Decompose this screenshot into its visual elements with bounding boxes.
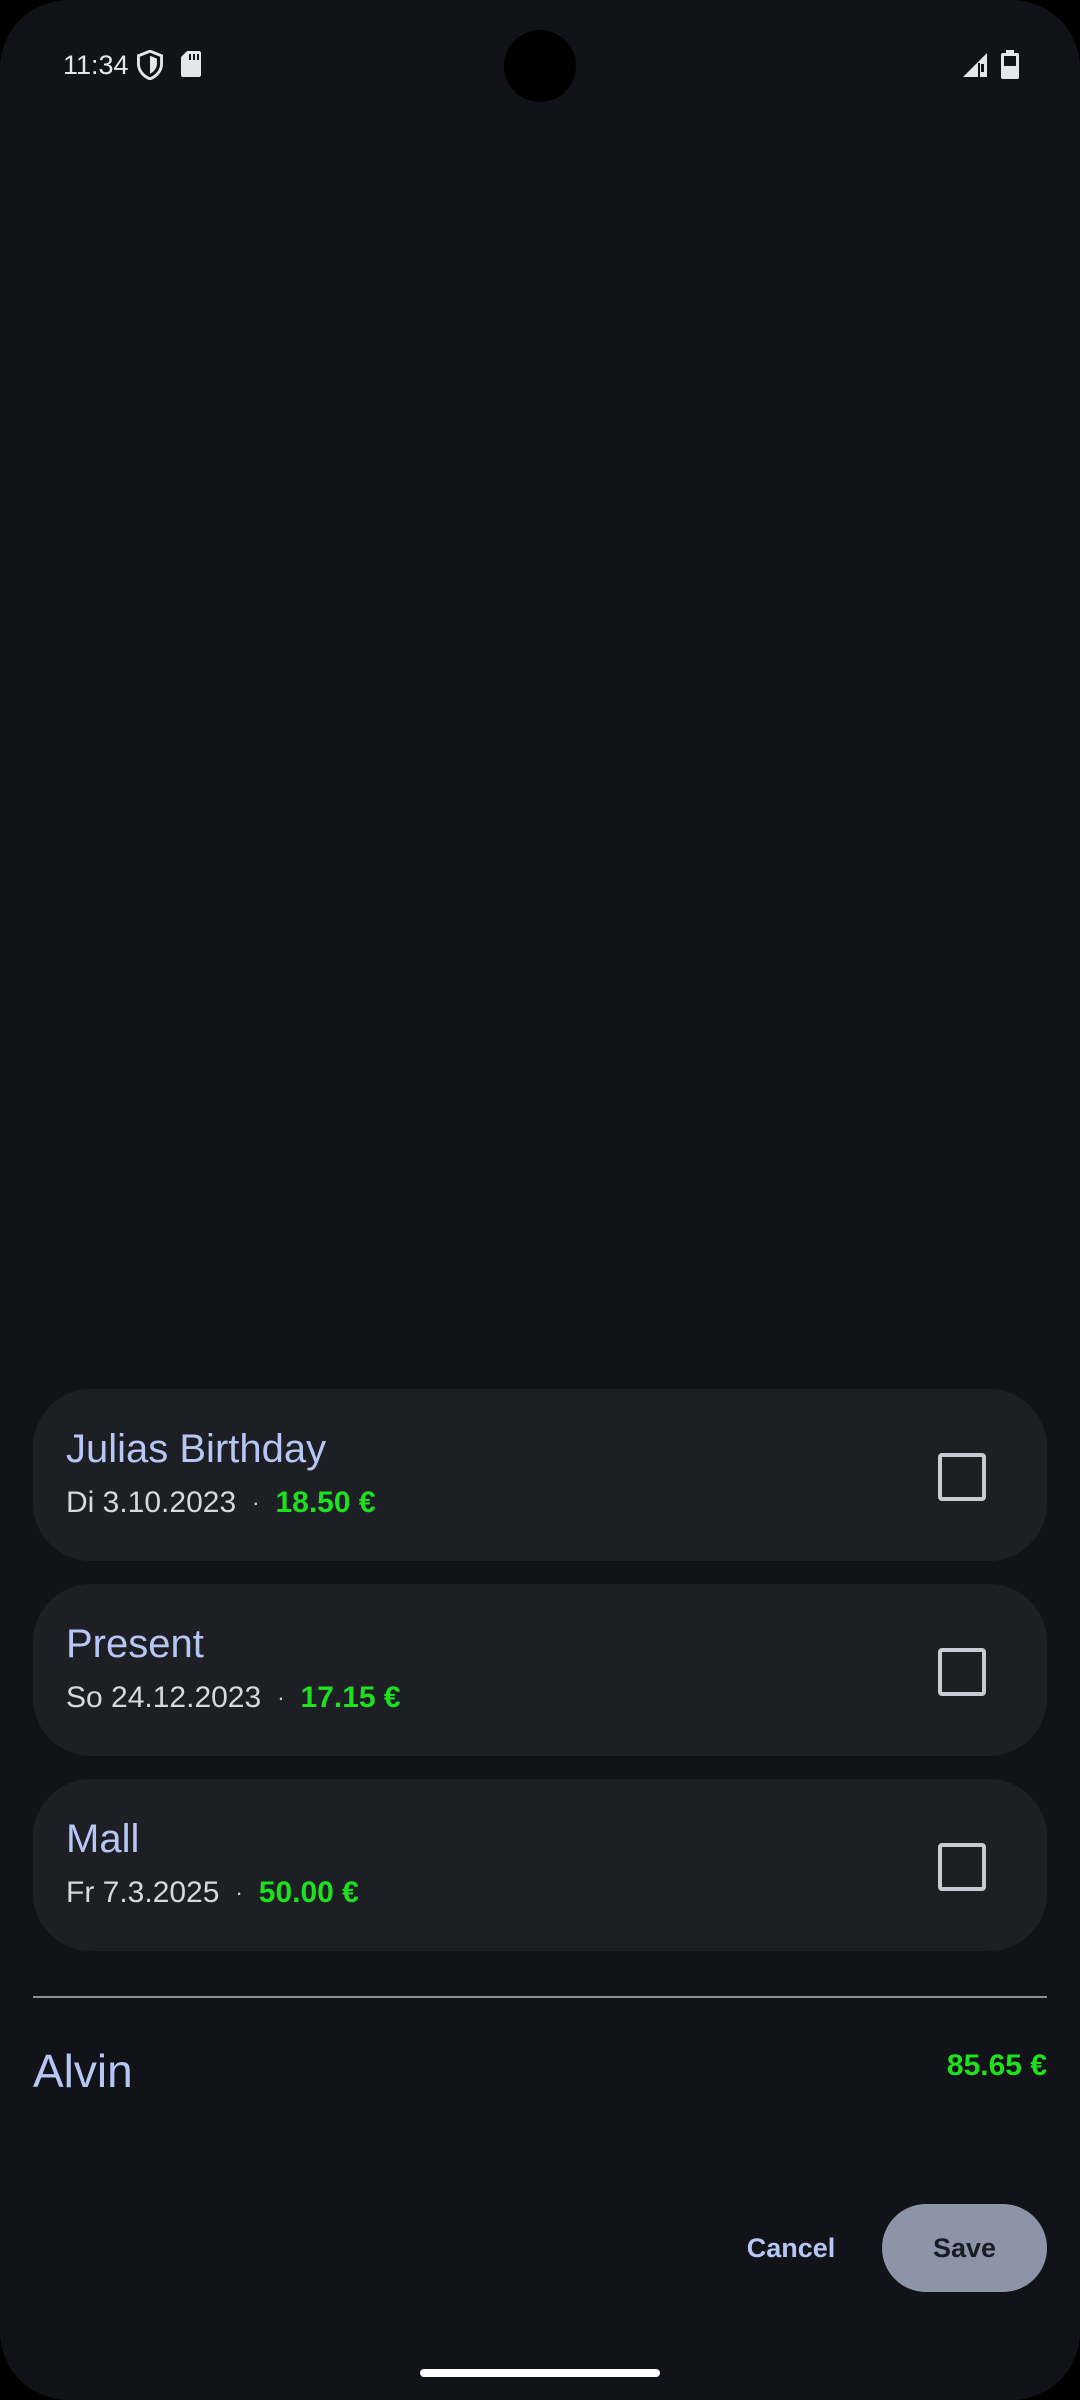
item-amount: 18.50 € bbox=[275, 1486, 376, 1519]
item-date: Di 3.10.2023 bbox=[66, 1486, 237, 1519]
list-item[interactable]: Present So 24.12.2023 · 17.15 € bbox=[33, 1584, 1047, 1756]
battery-icon bbox=[1000, 50, 1020, 85]
status-time: 11:34 bbox=[63, 50, 129, 80]
sd-card-icon bbox=[180, 50, 202, 83]
item-title: Present bbox=[66, 1622, 204, 1666]
item-amount: 50.00 € bbox=[258, 1876, 359, 1909]
shield-icon bbox=[136, 49, 164, 85]
item-title: Julias Birthday bbox=[66, 1427, 327, 1471]
item-amount: 17.15 € bbox=[300, 1681, 401, 1714]
item-date: So 24.12.2023 bbox=[66, 1681, 262, 1714]
separator-dot: · bbox=[235, 1880, 243, 1905]
separator-dot: · bbox=[252, 1490, 260, 1515]
person-name: Alvin bbox=[33, 2045, 133, 2097]
save-button[interactable]: Save bbox=[882, 2204, 1047, 2292]
list-item[interactable]: Julias Birthday Di 3.10.2023 · 18.50 € bbox=[33, 1389, 1047, 1561]
front-camera bbox=[504, 30, 576, 102]
cancel-button[interactable]: Cancel bbox=[733, 2204, 849, 2292]
separator-dot: · bbox=[277, 1685, 285, 1710]
screen: 11:34 Julias Birthday Di 3.10.2023 · 18.… bbox=[0, 0, 1080, 2400]
item-subtitle: Di 3.10.2023 · 18.50 € bbox=[66, 1485, 376, 1521]
item-subtitle: So 24.12.2023 · 17.15 € bbox=[66, 1680, 401, 1716]
item-checkbox[interactable] bbox=[938, 1843, 986, 1891]
home-indicator[interactable] bbox=[420, 2369, 660, 2377]
item-checkbox[interactable] bbox=[938, 1648, 986, 1696]
item-title: Mall bbox=[66, 1817, 140, 1861]
item-subtitle: Fr 7.3.2025 · 50.00 € bbox=[66, 1875, 359, 1911]
item-date: Fr 7.3.2025 bbox=[66, 1876, 220, 1909]
item-checkbox[interactable] bbox=[938, 1453, 986, 1501]
total-amount: 85.65 € bbox=[946, 2049, 1047, 2082]
divider bbox=[33, 1996, 1047, 1998]
list-item[interactable]: Mall Fr 7.3.2025 · 50.00 € bbox=[33, 1779, 1047, 1951]
signal-icon bbox=[962, 52, 988, 83]
